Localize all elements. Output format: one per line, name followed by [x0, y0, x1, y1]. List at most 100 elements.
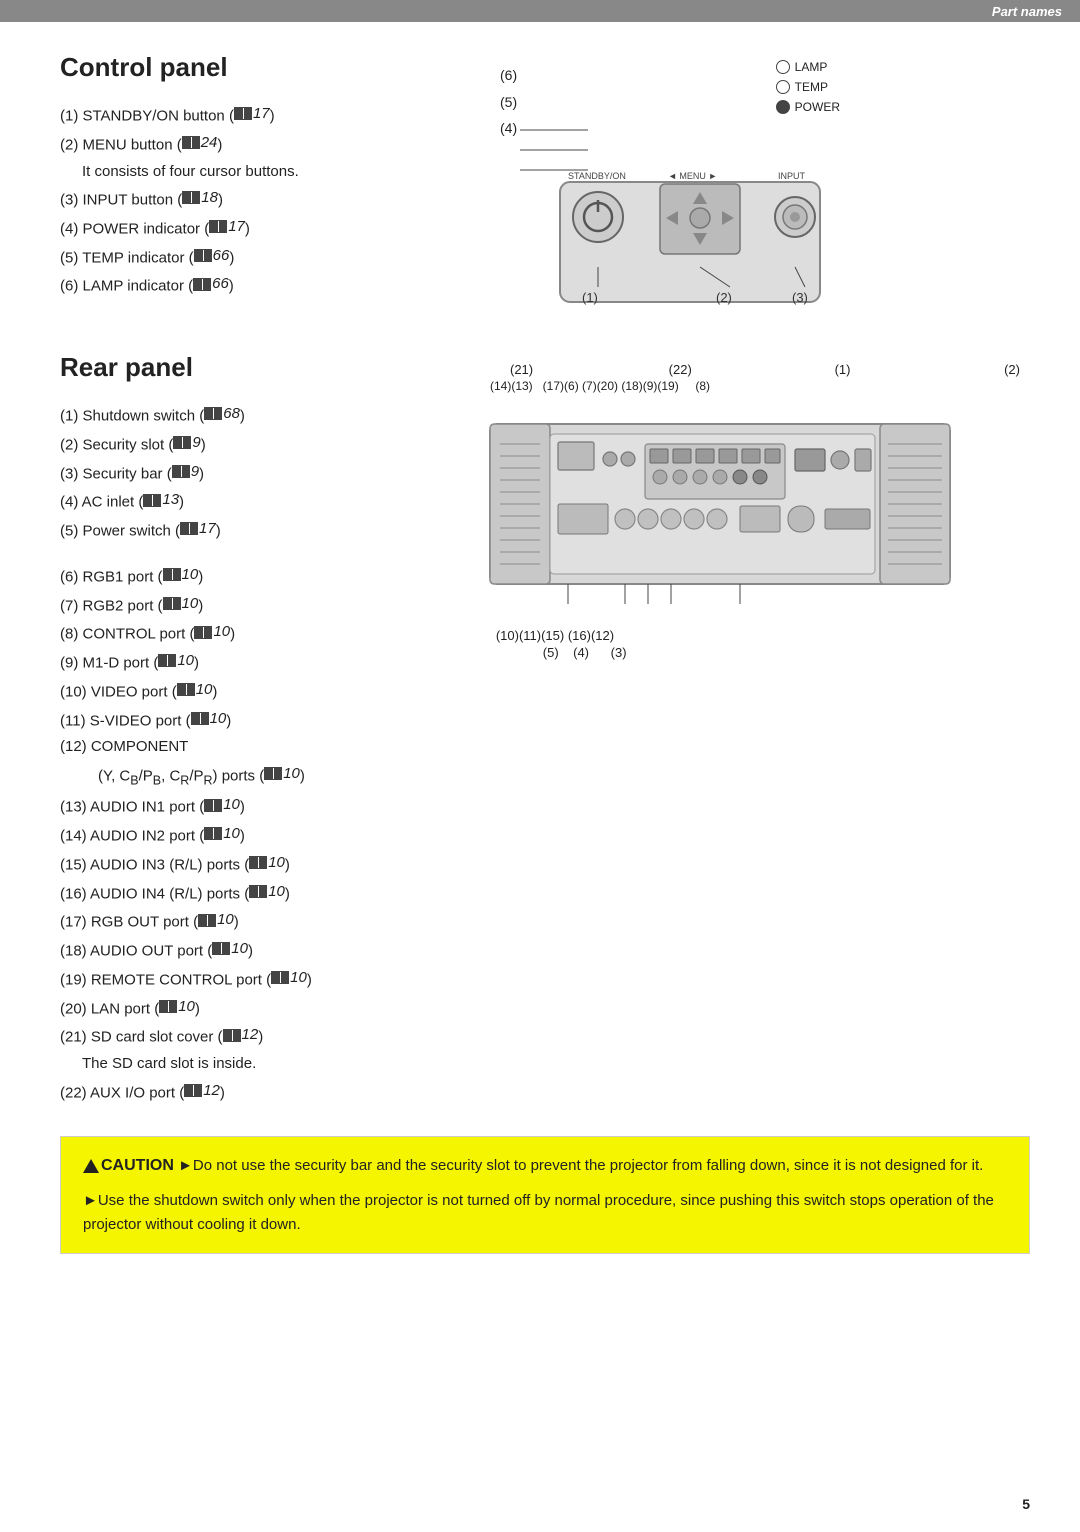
list-item: (7) RGB2 port (10): [60, 591, 480, 619]
rp-svg: [480, 394, 970, 624]
triangle-warn-icon: [83, 1159, 99, 1173]
page-number: 5: [1022, 1496, 1030, 1512]
book-icon: [204, 799, 222, 812]
control-panel-title: Control panel: [60, 52, 480, 83]
book-icon: [143, 494, 161, 507]
control-panel-diagram-area: (6) (5) (4) LAMP TEMP P: [480, 52, 1030, 312]
list-item: (22) AUX I/O port (12): [60, 1078, 480, 1106]
lamp-circle: [776, 60, 790, 74]
list-item: (2) MENU button (24): [60, 130, 480, 158]
part-names-label: Part names: [992, 4, 1062, 19]
book-icon: [204, 407, 222, 420]
svg-text:(2): (2): [716, 290, 732, 305]
list-item: (4) AC inlet (13): [60, 487, 480, 515]
caution-text-2: ►Use the shutdown switch only when the p…: [83, 1189, 1007, 1237]
svg-text:◄ MENU ►: ◄ MENU ►: [668, 171, 717, 181]
rear-panel-list-2: (6) RGB1 port (10) (7) RGB2 port (10) (8…: [60, 562, 480, 1106]
temp-text: TEMP: [795, 80, 828, 94]
rear-panel-list-1: (1) Shutdown switch (68) (2) Security sl…: [60, 401, 480, 544]
book-icon: [158, 654, 176, 667]
list-item: (5) TEMP indicator (66): [60, 243, 480, 271]
control-panel-left: Control panel (1) STANDBY/ON button (17)…: [60, 52, 480, 312]
book-icon: [234, 107, 252, 120]
cp-top-numbers: (6) (5) (4): [500, 62, 517, 142]
temp-circle: [776, 80, 790, 94]
book-icon: [173, 436, 191, 449]
book-icon: [159, 1000, 177, 1013]
book-icon: [194, 249, 212, 262]
list-item: (19) REMOTE CONTROL port (10): [60, 965, 480, 993]
list-item: (12) COMPONENT: [60, 734, 480, 760]
list-item: (6) RGB1 port (10): [60, 562, 480, 590]
list-item: (15) AUDIO IN3 (R/L) ports (10): [60, 850, 480, 878]
book-icon: [182, 136, 200, 149]
book-icon: [271, 971, 289, 984]
book-icon: [191, 712, 209, 725]
list-item: (3) Security bar (9): [60, 459, 480, 487]
main-content: Control panel (1) STANDBY/ON button (17)…: [0, 22, 1080, 1284]
list-item: (10) VIDEO port (10): [60, 677, 480, 705]
rear-panel-title: Rear panel: [60, 352, 480, 383]
cp-diagram: (6) (5) (4) LAMP TEMP P: [500, 52, 840, 312]
list-item: (8) CONTROL port (10): [60, 619, 480, 647]
caution-box: CAUTION ►Do not use the security bar and…: [60, 1136, 1030, 1254]
caution-text1: ►Do not use the security bar and the sec…: [178, 1157, 983, 1174]
svg-text:STANDBY/ON: STANDBY/ON: [568, 171, 626, 181]
list-item: (1) STANDBY/ON button (17): [60, 101, 480, 129]
caution-title: CAUTION: [101, 1157, 174, 1174]
list-item: (20) LAN port (10): [60, 994, 480, 1022]
book-icon: [193, 278, 211, 291]
book-icon: [177, 683, 195, 696]
list-item: (3) INPUT button (18): [60, 185, 480, 213]
control-panel-list: (1) STANDBY/ON button (17) (2) MENU butt…: [60, 101, 480, 299]
cp-num-6: (6): [500, 62, 517, 89]
rp-label-22: (22): [661, 362, 691, 377]
list-item: (16) AUDIO IN4 (R/L) ports (10): [60, 879, 480, 907]
rear-panel-diagram-area: (21) (22) (1) (2) (14)(13) (17)(6) (7)(2…: [480, 352, 1030, 1106]
cp-num-5: (5): [500, 89, 517, 116]
rp-label-bot: (10)(11)(15) (16)(12): [485, 628, 614, 643]
list-item: (4) POWER indicator (17): [60, 214, 480, 242]
list-item: (11) S-VIDEO port (10): [60, 706, 480, 734]
cp-indicator-labels: LAMP TEMP POWER: [776, 60, 840, 120]
cp-svg: STANDBY/ON ◄ MENU ►: [520, 112, 840, 312]
list-item: (9) M1-D port (10): [60, 648, 480, 676]
rp-bottom-labels-1: (10)(11)(15) (16)(12): [480, 628, 1030, 643]
book-icon: [264, 767, 282, 780]
svg-text:INPUT: INPUT: [778, 171, 806, 181]
caution-text-1: CAUTION ►Do not use the security bar and…: [83, 1153, 1007, 1179]
top-bar: Part names: [0, 0, 1080, 22]
list-item: (21) SD card slot cover (12): [60, 1022, 480, 1050]
svg-text:(3): (3): [792, 290, 808, 305]
rp-label-mid: (14)(13) (17)(6) (7)(20) (18)(9)(19) (8): [490, 379, 710, 393]
rp-diagram: (21) (22) (1) (2) (14)(13) (17)(6) (7)(2…: [480, 362, 1030, 660]
svg-text:(1): (1): [582, 290, 598, 305]
book-icon: [209, 220, 227, 233]
rp-label-1: (1): [820, 362, 850, 377]
book-icon: [204, 827, 222, 840]
lamp-label: LAMP: [776, 60, 840, 74]
book-icon: [212, 942, 230, 955]
book-icon: [172, 465, 190, 478]
list-item: (13) AUDIO IN1 port (10): [60, 792, 480, 820]
temp-label: TEMP: [776, 80, 840, 94]
list-item-component-sub: (Y, CB/PB, CR/PR) ports (10): [60, 761, 480, 792]
rp-label-bot2: (5) (4) (3): [485, 645, 627, 660]
list-item: (6) LAMP indicator (66): [60, 271, 480, 299]
book-icon: [249, 856, 267, 869]
list-item: (14) AUDIO IN2 port (10): [60, 821, 480, 849]
rp-label-21: (21): [510, 362, 533, 377]
book-icon: [180, 522, 198, 535]
rp-mid-labels: (14)(13) (17)(6) (7)(20) (18)(9)(19) (8): [480, 379, 1030, 393]
book-icon: [184, 1084, 202, 1097]
cp-num-4: (4): [500, 115, 517, 142]
list-item: (2) Security slot (9): [60, 430, 480, 458]
book-icon: [198, 914, 216, 927]
rear-panel-left: Rear panel (1) Shutdown switch (68) (2) …: [60, 352, 480, 1106]
caution-text2: ►Use the shutdown switch only when the p…: [83, 1192, 994, 1233]
book-icon: [223, 1029, 241, 1042]
book-icon: [163, 568, 181, 581]
list-item: The SD card slot is inside.: [60, 1051, 480, 1077]
book-icon: [249, 885, 267, 898]
lamp-text: LAMP: [795, 60, 828, 74]
